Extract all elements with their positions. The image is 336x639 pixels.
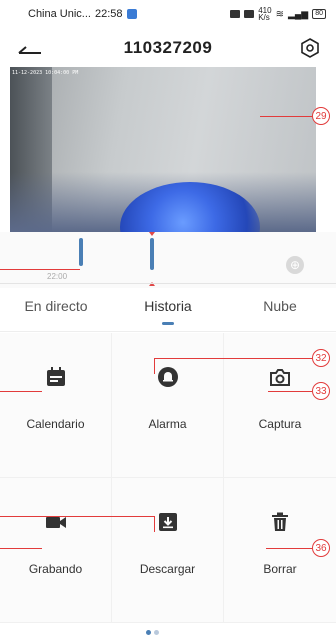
back-arrow-icon[interactable] xyxy=(16,38,44,60)
download-label: Descargar xyxy=(139,562,196,576)
timeline-cursor-top xyxy=(149,232,155,236)
nfc-icon xyxy=(230,10,241,18)
delete-label: Borrar xyxy=(263,562,297,576)
app-header: 110327209 xyxy=(0,28,336,68)
battery-indicator: 80 xyxy=(312,9,326,19)
status-bar: China Unic... 22:58 410 K/s ≋ ▂▄▆ 80 xyxy=(0,0,336,28)
calendar-button[interactable]: Calendario xyxy=(0,333,112,478)
annotation-callout-36: 36 xyxy=(312,539,330,557)
annotation-line-33 xyxy=(268,391,312,392)
tab-en-directo[interactable]: En directo xyxy=(0,290,112,331)
calendar-label: Calendario xyxy=(26,417,85,431)
record-button[interactable]: Grabando xyxy=(0,478,112,623)
page-title: 110327209 xyxy=(123,38,213,57)
annotation-vline-download xyxy=(154,516,155,532)
tab-historia[interactable]: Historia xyxy=(112,290,224,331)
page-indicator xyxy=(146,630,159,635)
tab-nube[interactable]: Nube xyxy=(224,290,336,331)
mode-tabs: En directo Historia Nube xyxy=(0,290,336,332)
camera-icon xyxy=(270,369,290,386)
page-dot xyxy=(154,630,159,635)
notification-icon xyxy=(126,9,137,19)
calendar-icon xyxy=(46,367,65,386)
annotation-line-timeline xyxy=(0,269,80,270)
annotation-callout-32: 32 xyxy=(312,349,330,367)
trash-icon xyxy=(272,512,288,531)
alarm-button[interactable]: Alarma xyxy=(112,333,224,478)
network-speed: 410 K/s xyxy=(258,7,271,22)
timeline-time-label: 22:00 xyxy=(47,272,68,281)
annotation-line-calendar xyxy=(0,391,42,392)
annotation-line-download xyxy=(0,516,154,517)
record-label: Grabando xyxy=(28,562,83,576)
capture-label: Captura xyxy=(258,417,302,431)
annotation-vline-32 xyxy=(154,358,155,374)
network-speed-unit: K/s xyxy=(258,13,270,22)
download-icon xyxy=(158,513,177,531)
download-button[interactable]: Descargar xyxy=(112,478,224,623)
signal-icon: ▂▄▆ xyxy=(287,8,309,19)
annotation-line-36 xyxy=(266,548,312,549)
status-time: 22:58 xyxy=(94,8,123,20)
video-playback[interactable]: 11-12-2023 10:04:00 PM xyxy=(10,67,316,232)
status-right: 410 K/s ≋ ▂▄▆ 80 xyxy=(230,7,326,22)
playback-timeline[interactable]: 22:00 ⊕ xyxy=(0,232,336,288)
recording-segment[interactable] xyxy=(79,238,83,266)
carrier-name: China Unic... xyxy=(28,8,91,20)
recording-segment[interactable] xyxy=(150,238,154,270)
annotation-line-record xyxy=(0,548,42,549)
action-grid: Calendario Alarma Captura Grabando Desca… xyxy=(0,333,336,623)
settings-icon[interactable] xyxy=(298,36,322,60)
video-camera-icon xyxy=(45,517,66,528)
annotation-callout-33: 33 xyxy=(312,382,330,400)
zoom-icon[interactable]: ⊕ xyxy=(286,256,304,274)
mute-icon xyxy=(244,10,255,18)
status-left: China Unic... 22:58 xyxy=(28,8,137,20)
wifi-icon: ≋ xyxy=(275,8,284,20)
annotation-line-32 xyxy=(154,358,312,359)
page-dot-active xyxy=(146,630,151,635)
bell-icon xyxy=(157,367,178,387)
annotation-line-29 xyxy=(260,116,312,117)
alarm-label: Alarma xyxy=(148,417,187,431)
annotation-callout-29: 29 xyxy=(312,107,330,125)
video-timestamp: 11-12-2023 10:04:00 PM xyxy=(12,70,79,76)
